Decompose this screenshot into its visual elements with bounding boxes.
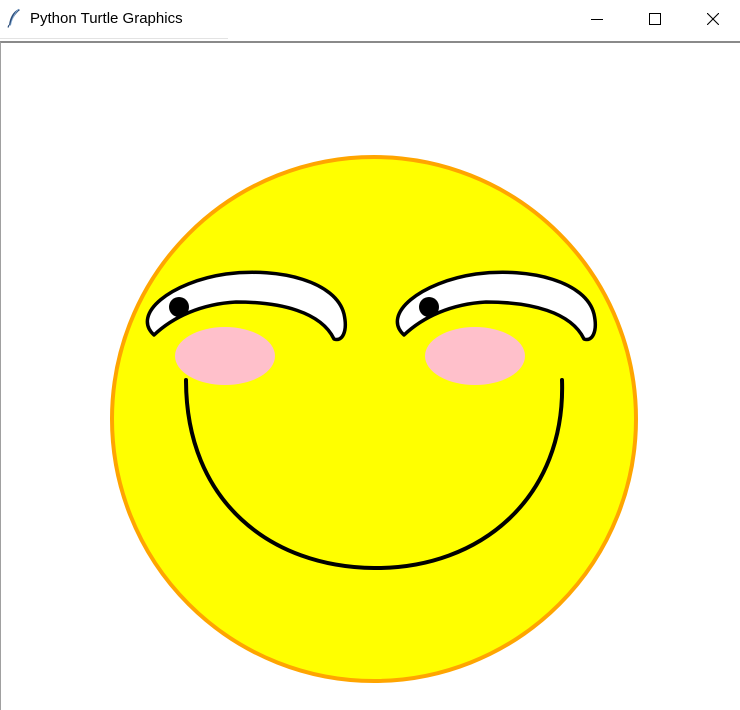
- left-pupil: [169, 297, 189, 317]
- window-title: Python Turtle Graphics: [30, 10, 183, 27]
- feather-icon: [7, 8, 20, 28]
- close-icon: [707, 13, 719, 25]
- title-divider: [0, 38, 228, 39]
- right-pupil: [419, 297, 439, 317]
- minimize-icon: [591, 19, 603, 20]
- turtle-window: Python Turtle Graphics: [0, 0, 740, 710]
- left-cheek: [175, 327, 275, 385]
- canvas-frame: [0, 41, 740, 710]
- close-button[interactable]: [684, 0, 740, 38]
- title-bar[interactable]: Python Turtle Graphics: [0, 0, 740, 38]
- maximize-button[interactable]: [626, 0, 684, 38]
- minimize-button[interactable]: [568, 0, 626, 38]
- maximize-icon: [649, 13, 661, 25]
- right-cheek: [425, 327, 525, 385]
- turtle-canvas[interactable]: [1, 43, 740, 710]
